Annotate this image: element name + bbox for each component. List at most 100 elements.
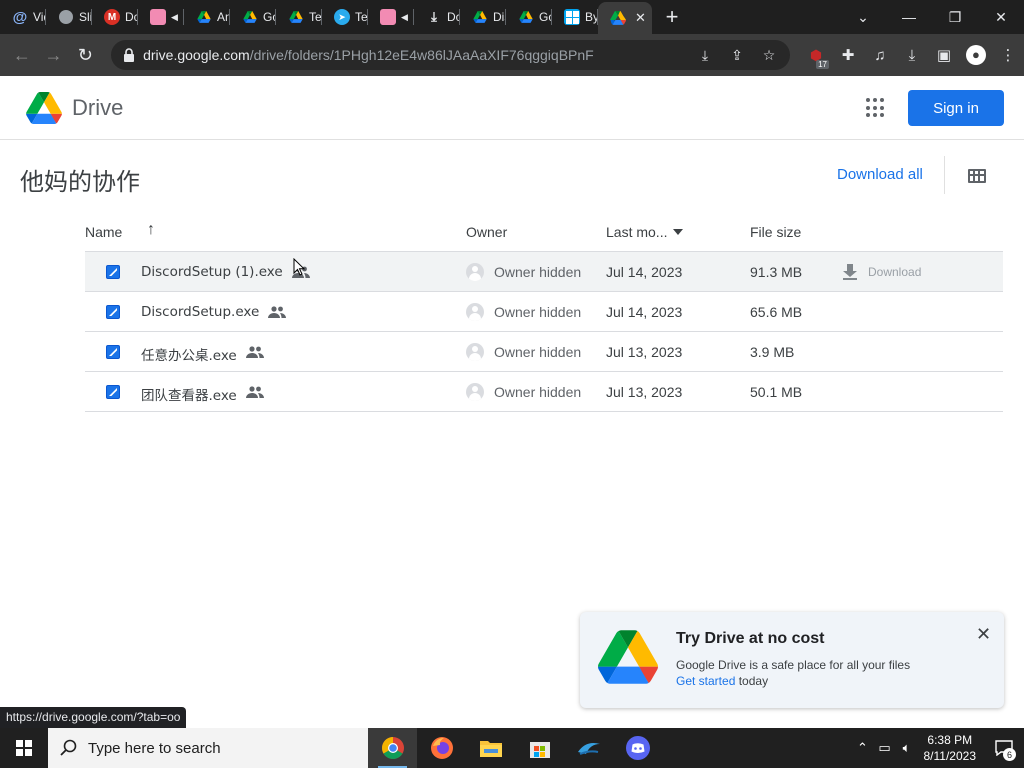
browser-tab[interactable]: Go (506, 0, 552, 34)
file-row[interactable]: 任意办公桌.exe Owner hidden Jul 13, 2023 3.9 MB (85, 332, 1003, 372)
at-icon: @ (12, 8, 28, 26)
drive-icon (242, 9, 258, 25)
windows-logo-icon (16, 740, 32, 756)
close-window-button[interactable]: ✕ (978, 0, 1024, 34)
browser-tab[interactable]: Slit (46, 0, 92, 34)
extensions-area: ⬢ 17 ✚ ♫ ⤓ ▣ ● ⋮ (800, 39, 1024, 71)
file-name[interactable]: 任意办公桌.exe (141, 344, 237, 364)
new-tab-button[interactable]: + (652, 0, 692, 34)
reload-button[interactable]: ↻ (69, 39, 101, 71)
column-header-last-modified[interactable]: Last mo... (606, 224, 684, 240)
browser-tab[interactable]: ⤓ Dc (414, 0, 460, 34)
back-button[interactable]: ← (6, 39, 38, 71)
taskbar-file-explorer[interactable] (466, 728, 515, 768)
audio-playing-icon[interactable]: ◀︎ (401, 12, 408, 23)
clock-date: 8/11/2023 (923, 749, 977, 763)
file-row[interactable]: DiscordSetup.exe Owner hidden Jul 14, 2023… (85, 292, 1003, 332)
file-row[interactable]: 团队查看器.exe Owner hidden Jul 13, 2023 50.1 MB (85, 372, 1003, 412)
m-logo-icon: M (104, 9, 120, 25)
close-promo-icon[interactable]: ✕ (976, 624, 991, 645)
taskbar-dolphin[interactable] (564, 728, 613, 768)
file-row[interactable]: DiscordSetup (1).exe Owner hidden Jul 14, … (85, 252, 1003, 292)
drive-wordmark[interactable]: Drive (72, 95, 123, 121)
file-owner: Owner hidden (494, 344, 582, 360)
taskbar-store[interactable] (515, 728, 564, 768)
window-controls: ⌄ — ❐ ✕ (840, 0, 1024, 34)
profile-avatar-icon[interactable]: ● (960, 39, 992, 71)
file-name[interactable]: DiscordSetup (1).exe (141, 264, 283, 280)
browser-tab[interactable]: @ Vid (0, 0, 46, 34)
ublock-extension-icon[interactable]: ⬢ 17 (800, 39, 832, 71)
google-apps-icon[interactable] (866, 98, 886, 118)
browser-tab[interactable]: Dis (460, 0, 506, 34)
file-modified: Jul 13, 2023 (606, 384, 683, 400)
browser-tab[interactable]: Go (230, 0, 276, 34)
folder-title: 他妈的协作 (20, 168, 140, 196)
firefox-icon (430, 737, 453, 759)
download-all-link[interactable]: Download all (837, 166, 923, 183)
search-icon (60, 739, 77, 756)
tab-title: Go (539, 10, 552, 24)
file-size: 65.6 MB (750, 304, 803, 320)
browser-tab-strip: @ Vid Slit M Dc ◀︎ An Go Te ➤ Te ◀︎ ⤓ Dc Dis Go By ✕ + ⌄… (0, 0, 1024, 34)
browser-tab[interactable]: M Dc (92, 0, 138, 34)
install-app-icon[interactable]: ⤓ (694, 47, 716, 64)
windows-icon (564, 9, 580, 25)
browser-tab[interactable]: Te (276, 0, 322, 34)
get-started-link[interactable]: Get started (676, 674, 735, 688)
drive-icon (472, 9, 488, 25)
extensions-puzzle-icon[interactable]: ✚ (832, 39, 864, 71)
share-icon[interactable]: ⇪ (726, 47, 748, 64)
clock[interactable]: 6:38 PM 8/11/2023 (924, 732, 977, 764)
browser-tab[interactable]: ◀︎ (138, 0, 184, 34)
caret-down-icon (673, 229, 684, 235)
tab-active-drive[interactable]: ✕ (598, 2, 652, 34)
file-table: Name ↑ Owner Last mo... File size Discor… (85, 212, 1003, 412)
network-icon[interactable]: ▭ (874, 740, 896, 756)
shared-people-icon (246, 346, 264, 358)
media-control-icon[interactable]: ♫ (864, 39, 896, 71)
file-name[interactable]: 团队查看器.exe (141, 384, 237, 404)
avatar-icon (150, 9, 166, 25)
notification-center-button[interactable]: 6 (984, 728, 1024, 768)
sign-in-button[interactable]: Sign in (908, 90, 1004, 126)
owner-avatar-icon (466, 263, 484, 281)
taskbar-firefox[interactable] (417, 728, 466, 768)
close-tab-icon[interactable]: ✕ (635, 10, 646, 26)
restore-button[interactable]: ❐ (932, 0, 978, 34)
globe-icon (58, 9, 74, 25)
address-bar[interactable]: drive.google.com/drive/folders/1PHgh12eE… (111, 40, 790, 70)
browser-tab[interactable]: An (184, 0, 230, 34)
tab-search-icon[interactable]: ⌄ (840, 0, 886, 34)
discord-icon (625, 736, 650, 760)
grid-view-icon[interactable] (968, 169, 986, 183)
taskbar-discord[interactable] (613, 728, 662, 768)
taskbar-search-box[interactable]: Type here to search (48, 728, 368, 768)
telegram-icon: ➤ (334, 9, 350, 25)
volume-icon[interactable]: 🔈︎ (896, 740, 918, 756)
taskbar-chrome[interactable] (368, 728, 417, 768)
sort-ascending-icon[interactable]: ↑ (147, 221, 155, 239)
bookmark-star-icon[interactable]: ☆ (758, 47, 780, 64)
tab-list: @ Vid Slit M Dc ◀︎ An Go Te ➤ Te ◀︎ ⤓ Dc Dis Go By (0, 0, 598, 34)
file-name[interactable]: DiscordSetup.exe (141, 304, 259, 320)
browser-menu-icon[interactable]: ⋮ (992, 39, 1024, 71)
divider (944, 156, 945, 194)
column-header-file-size: File size (750, 224, 802, 240)
minimize-button[interactable]: — (886, 0, 932, 34)
audio-playing-icon[interactable]: ◀︎ (171, 12, 178, 23)
browser-tab[interactable]: By (552, 0, 598, 34)
chevron-up-icon[interactable]: ⌃ (852, 740, 874, 756)
downloads-icon[interactable]: ⤓ (896, 39, 928, 71)
column-header-name[interactable]: Name (85, 224, 122, 240)
file-size: 91.3 MB (750, 264, 803, 280)
start-button[interactable] (0, 728, 48, 768)
download-icon: ⤓ (431, 9, 437, 24)
side-panel-icon[interactable]: ▣ (928, 39, 960, 71)
browser-tab[interactable]: ➤ Te (322, 0, 368, 34)
row-download-button[interactable]: Download (842, 264, 921, 280)
forward-button[interactable]: → (38, 39, 70, 71)
drive-logo-icon[interactable] (26, 91, 62, 124)
chrome-icon (381, 737, 404, 759)
browser-tab[interactable]: ◀︎ (368, 0, 414, 34)
